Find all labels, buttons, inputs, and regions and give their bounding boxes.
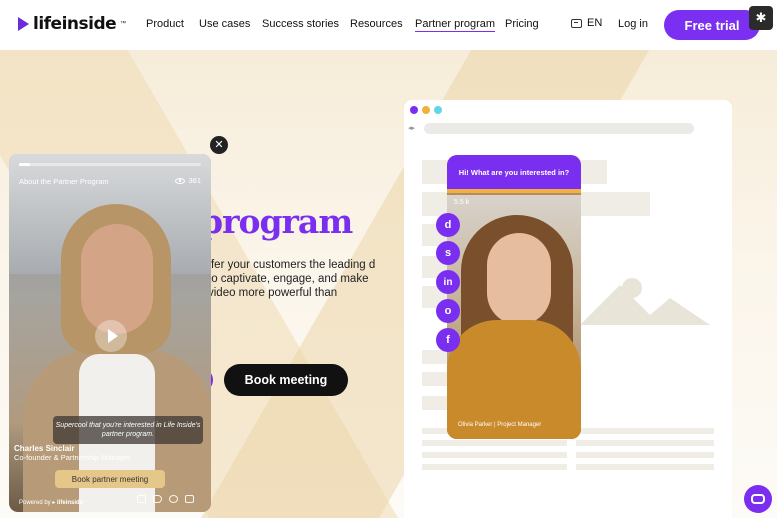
placeholder-line — [576, 452, 714, 458]
brand-trademark: ™ — [120, 21, 127, 27]
powered-by-label: Powered by — [19, 500, 51, 506]
person-face — [487, 233, 551, 325]
book-meeting-button[interactable]: Book meeting — [224, 364, 348, 396]
progress-bar — [447, 189, 581, 193]
placeholder-line — [576, 464, 714, 470]
phone-views: 5.5 k — [454, 199, 470, 206]
nav-arrows-icon: ◂▸ — [408, 125, 416, 132]
top-navigation: lifeinside ™ Product Use cases Success st… — [0, 0, 777, 50]
video-title: About the Partner Program — [19, 177, 109, 186]
free-trial-button[interactable]: Free trial — [664, 10, 760, 40]
nav-use-cases[interactable]: Use cases — [199, 18, 250, 30]
close-icon[interactable]: ✕ — [210, 136, 228, 154]
eye-icon — [175, 177, 186, 184]
hubspot-icon[interactable]: ✱ — [749, 6, 773, 30]
placeholder-line — [422, 452, 567, 458]
language-selector[interactable]: EN — [571, 17, 602, 29]
translate-icon — [571, 18, 582, 28]
book-partner-meeting-button[interactable]: Book partner meeting — [55, 470, 165, 488]
link-icon[interactable] — [169, 495, 178, 503]
video-widget[interactable]: About the Partner Program 361 Supercool … — [9, 154, 211, 512]
chat-icon[interactable] — [744, 485, 772, 513]
hero-description: ffer your customers the leading d to cap… — [208, 259, 376, 299]
phone-person-name: Olivia Parker — [458, 422, 493, 428]
video-person: Charles Sinclair Co-founder & Partnershi… — [14, 444, 131, 462]
video-progress-fill — [19, 163, 30, 166]
question-bubble: Hi! What are you interested in? — [447, 155, 581, 189]
nav-pricing[interactable]: Pricing — [505, 18, 539, 30]
nav-resources[interactable]: Resources — [350, 18, 403, 30]
window-dot-cyan — [434, 106, 442, 114]
window-dot-purple — [410, 106, 418, 114]
play-icon[interactable] — [95, 320, 127, 352]
nav-partner-program[interactable]: Partner program — [415, 18, 496, 32]
phone-person-role: Project Manager — [497, 422, 542, 428]
video-person-name: Charles Sinclair — [14, 444, 75, 453]
image-placeholder-icon — [580, 285, 710, 325]
video-view-count: 361 — [188, 176, 201, 185]
address-bar — [424, 123, 694, 134]
play-triangle-icon — [18, 17, 29, 31]
login-link[interactable]: Log in — [618, 18, 648, 30]
nav-product[interactable]: Product — [146, 18, 184, 30]
language-label: EN — [587, 17, 603, 29]
powered-by: Powered by ▸ lifeinside — [19, 500, 84, 506]
video-progress[interactable] — [19, 163, 201, 166]
linkedin-icon[interactable]: in — [436, 270, 460, 294]
captions-icon[interactable] — [137, 495, 146, 503]
window-dot-yellow — [422, 106, 430, 114]
facebook-icon[interactable]: f — [436, 328, 460, 352]
person-face — [81, 224, 153, 334]
phone-video-widget[interactable]: Hi! What are you interested in? 5.5 k Ol… — [447, 155, 581, 439]
video-person-role: Co-founder & Partnership Manager — [14, 453, 131, 462]
brand-name: lifeinside — [33, 14, 117, 34]
hero-title: program — [200, 202, 353, 241]
placeholder-line — [422, 440, 567, 446]
share-icon[interactable] — [185, 495, 194, 503]
placeholder-line — [576, 440, 714, 446]
video-caption: Supercool that you're interested in Life… — [53, 416, 203, 444]
placeholder-line — [422, 464, 567, 470]
powered-by-brand: lifeinside — [57, 500, 84, 506]
volume-icon[interactable] — [153, 495, 162, 503]
brand-logo[interactable]: lifeinside ™ — [18, 14, 126, 34]
video-views: 361 — [175, 176, 201, 185]
placeholder-line — [576, 428, 714, 434]
snapchat-icon[interactable]: s — [436, 241, 460, 265]
tiktok-icon[interactable]: d — [436, 213, 460, 237]
video-controls — [137, 495, 194, 503]
instagram-icon[interactable]: o — [436, 299, 460, 323]
nav-success-stories[interactable]: Success stories — [262, 18, 339, 30]
phone-person-label: Olivia Parker | Project Manager — [458, 422, 542, 428]
